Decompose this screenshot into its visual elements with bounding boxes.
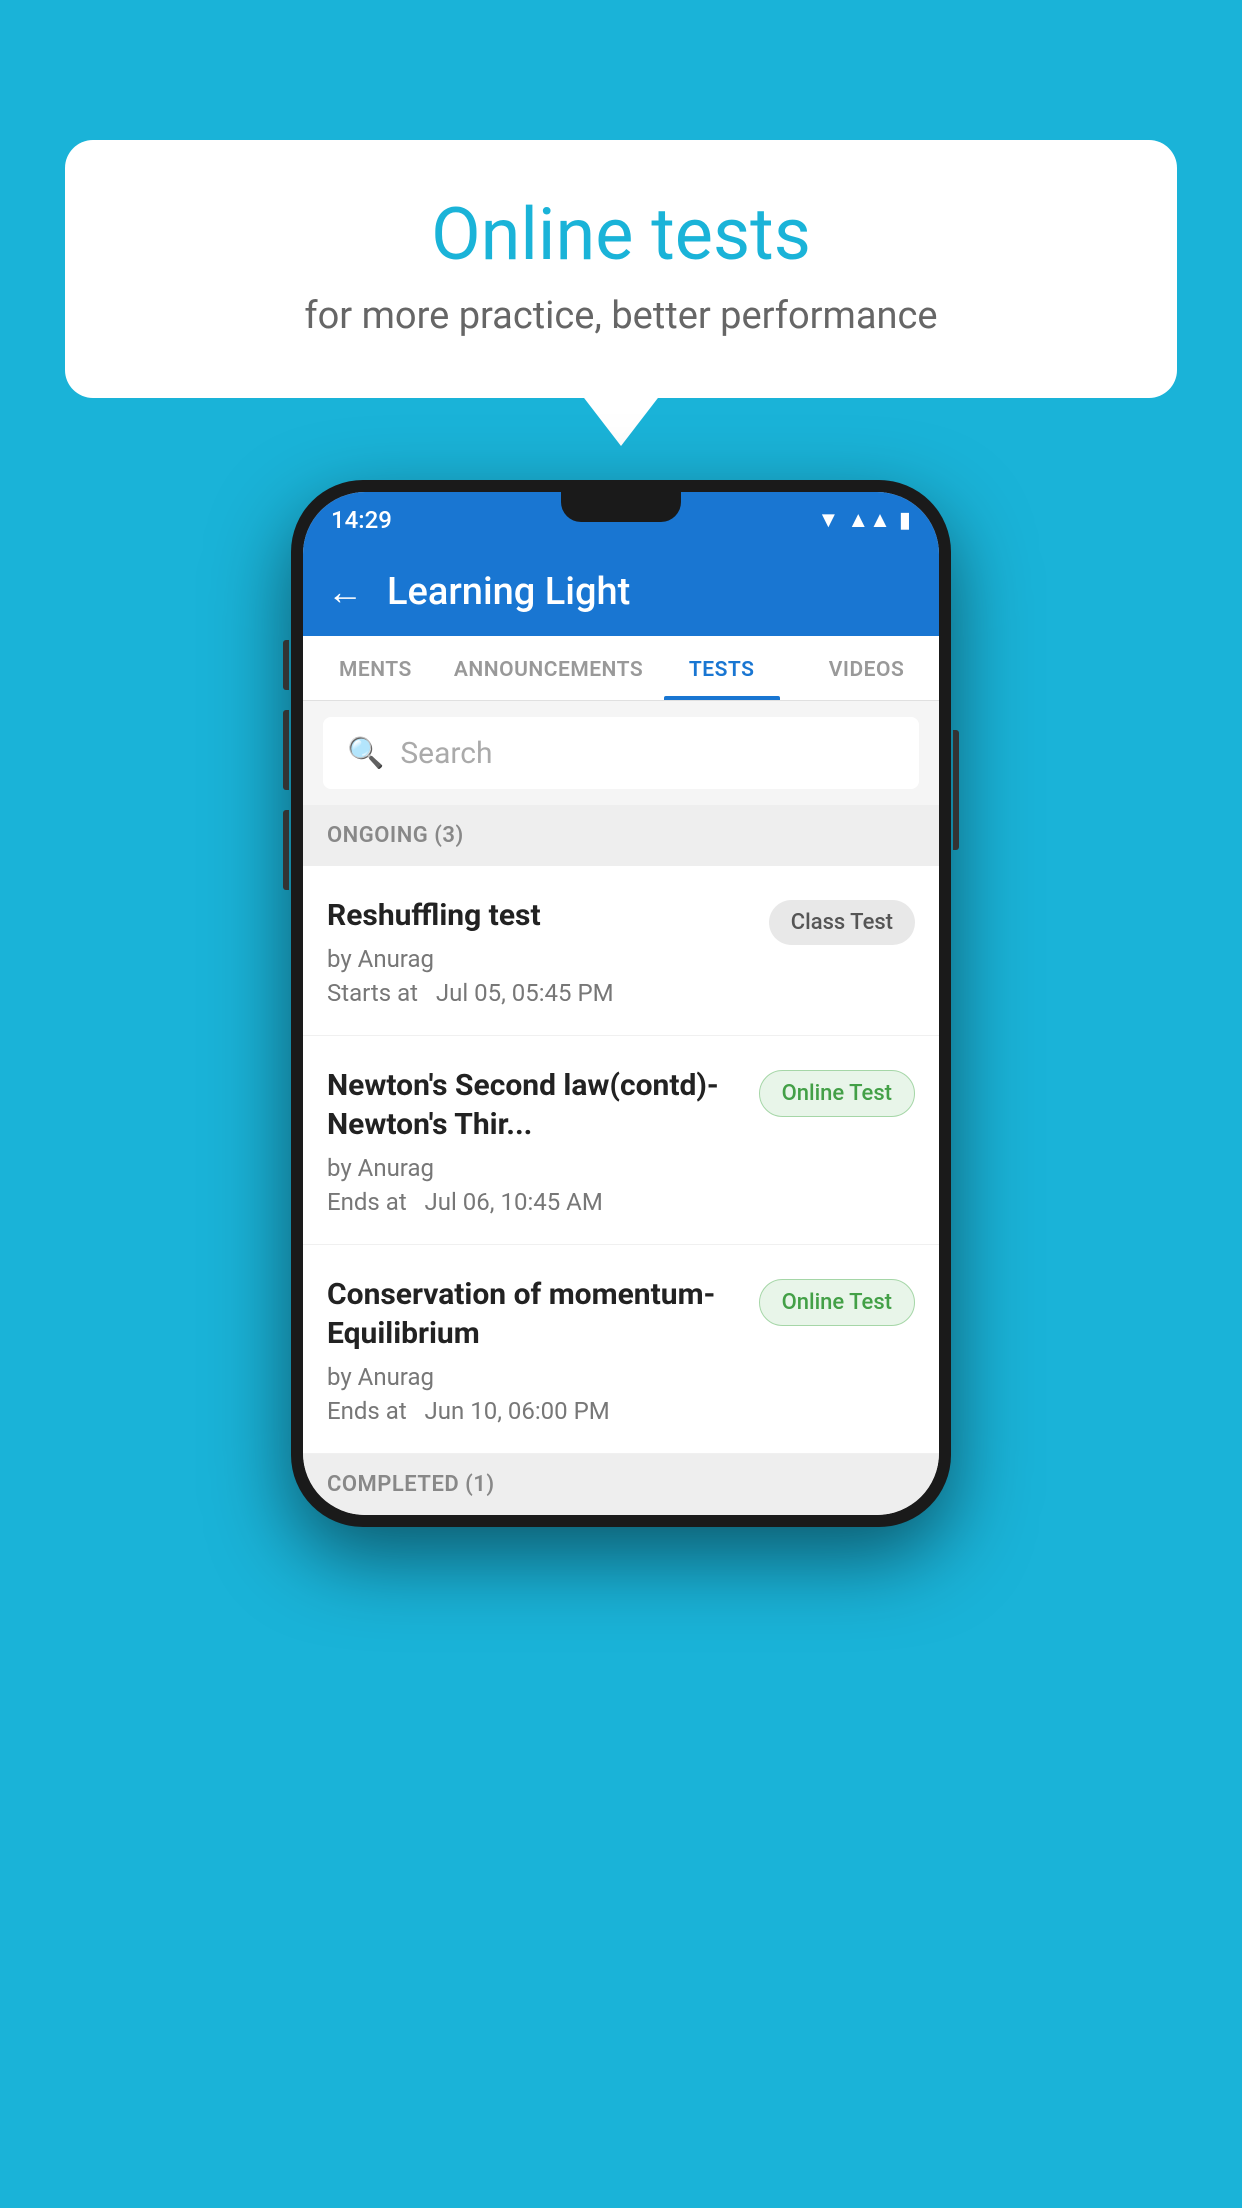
wifi-icon: ▼ [818, 507, 840, 533]
test-item-info: Conservation of momentum-Equilibrium by … [327, 1275, 759, 1425]
test-time-label: Starts at [327, 979, 418, 1007]
ongoing-section-header: ONGOING (3) [303, 805, 939, 866]
phone-power-button [953, 730, 959, 850]
speech-bubble-container: Online tests for more practice, better p… [65, 140, 1177, 398]
tab-tests[interactable]: TESTS [649, 636, 794, 700]
test-badge-online: Online Test [759, 1070, 915, 1117]
test-time-label: Ends at [327, 1188, 407, 1216]
app-bar-title: Learning Light [387, 570, 630, 614]
test-item-info: Newton's Second law(contd)-Newton's Thir… [327, 1066, 759, 1216]
test-title: Newton's Second law(contd)-Newton's Thir… [327, 1066, 743, 1144]
test-author: by Anurag [327, 945, 753, 973]
test-time: Ends at Jun 10, 06:00 PM [327, 1397, 743, 1425]
back-arrow-icon[interactable]: ← [327, 571, 363, 613]
test-time-value: Jul 06, 10:45 AM [425, 1188, 603, 1216]
test-time: Starts at Jul 05, 05:45 PM [327, 979, 753, 1007]
search-bar[interactable]: 🔍 Search [323, 717, 919, 789]
status-icons: ▼ ▲▲ ▮ [818, 507, 911, 533]
speech-bubble-subtitle: for more practice, better performance [135, 294, 1107, 338]
test-item[interactable]: Conservation of momentum-Equilibrium by … [303, 1245, 939, 1454]
test-title: Conservation of momentum-Equilibrium [327, 1275, 743, 1353]
test-author: by Anurag [327, 1363, 743, 1391]
test-time-value: Jul 05, 05:45 PM [436, 979, 614, 1007]
test-list: Reshuffling test by Anurag Starts at Jul… [303, 866, 939, 1454]
phone-screen: 14:29 ▼ ▲▲ ▮ ← Learning Light MENTS ANNO… [303, 492, 939, 1515]
test-author: by Anurag [327, 1154, 743, 1182]
test-badge-online-2: Online Test [759, 1279, 915, 1326]
phone-notch [561, 492, 681, 522]
speech-bubble: Online tests for more practice, better p… [65, 140, 1177, 398]
tab-ments[interactable]: MENTS [303, 636, 448, 700]
test-item[interactable]: Reshuffling test by Anurag Starts at Jul… [303, 866, 939, 1036]
search-icon: 🔍 [347, 736, 384, 771]
phone-container: 14:29 ▼ ▲▲ ▮ ← Learning Light MENTS ANNO… [291, 480, 951, 1527]
search-container: 🔍 Search [303, 701, 939, 805]
test-time-label: Ends at [327, 1397, 407, 1425]
tabs-container: MENTS ANNOUNCEMENTS TESTS VIDEOS [303, 636, 939, 701]
app-bar: ← Learning Light [303, 548, 939, 636]
phone-outer: 14:29 ▼ ▲▲ ▮ ← Learning Light MENTS ANNO… [291, 480, 951, 1527]
completed-section-header: COMPLETED (1) [303, 1454, 939, 1515]
search-placeholder: Search [400, 736, 492, 771]
test-time-value: Jun 10, 06:00 PM [425, 1397, 610, 1425]
test-title: Reshuffling test [327, 896, 753, 935]
battery-icon: ▮ [899, 508, 911, 533]
tab-announcements[interactable]: ANNOUNCEMENTS [448, 636, 649, 700]
test-time: Ends at Jul 06, 10:45 AM [327, 1188, 743, 1216]
status-time: 14:29 [331, 506, 392, 534]
tab-videos[interactable]: VIDEOS [794, 636, 939, 700]
speech-bubble-title: Online tests [135, 195, 1107, 274]
phone-volume-down2 [283, 810, 289, 890]
phone-volume-up [283, 640, 289, 690]
phone-volume-down1 [283, 710, 289, 790]
test-item-info: Reshuffling test by Anurag Starts at Jul… [327, 896, 769, 1007]
signal-icon: ▲▲ [847, 507, 891, 533]
test-item[interactable]: Newton's Second law(contd)-Newton's Thir… [303, 1036, 939, 1245]
test-badge-class: Class Test [769, 900, 915, 945]
